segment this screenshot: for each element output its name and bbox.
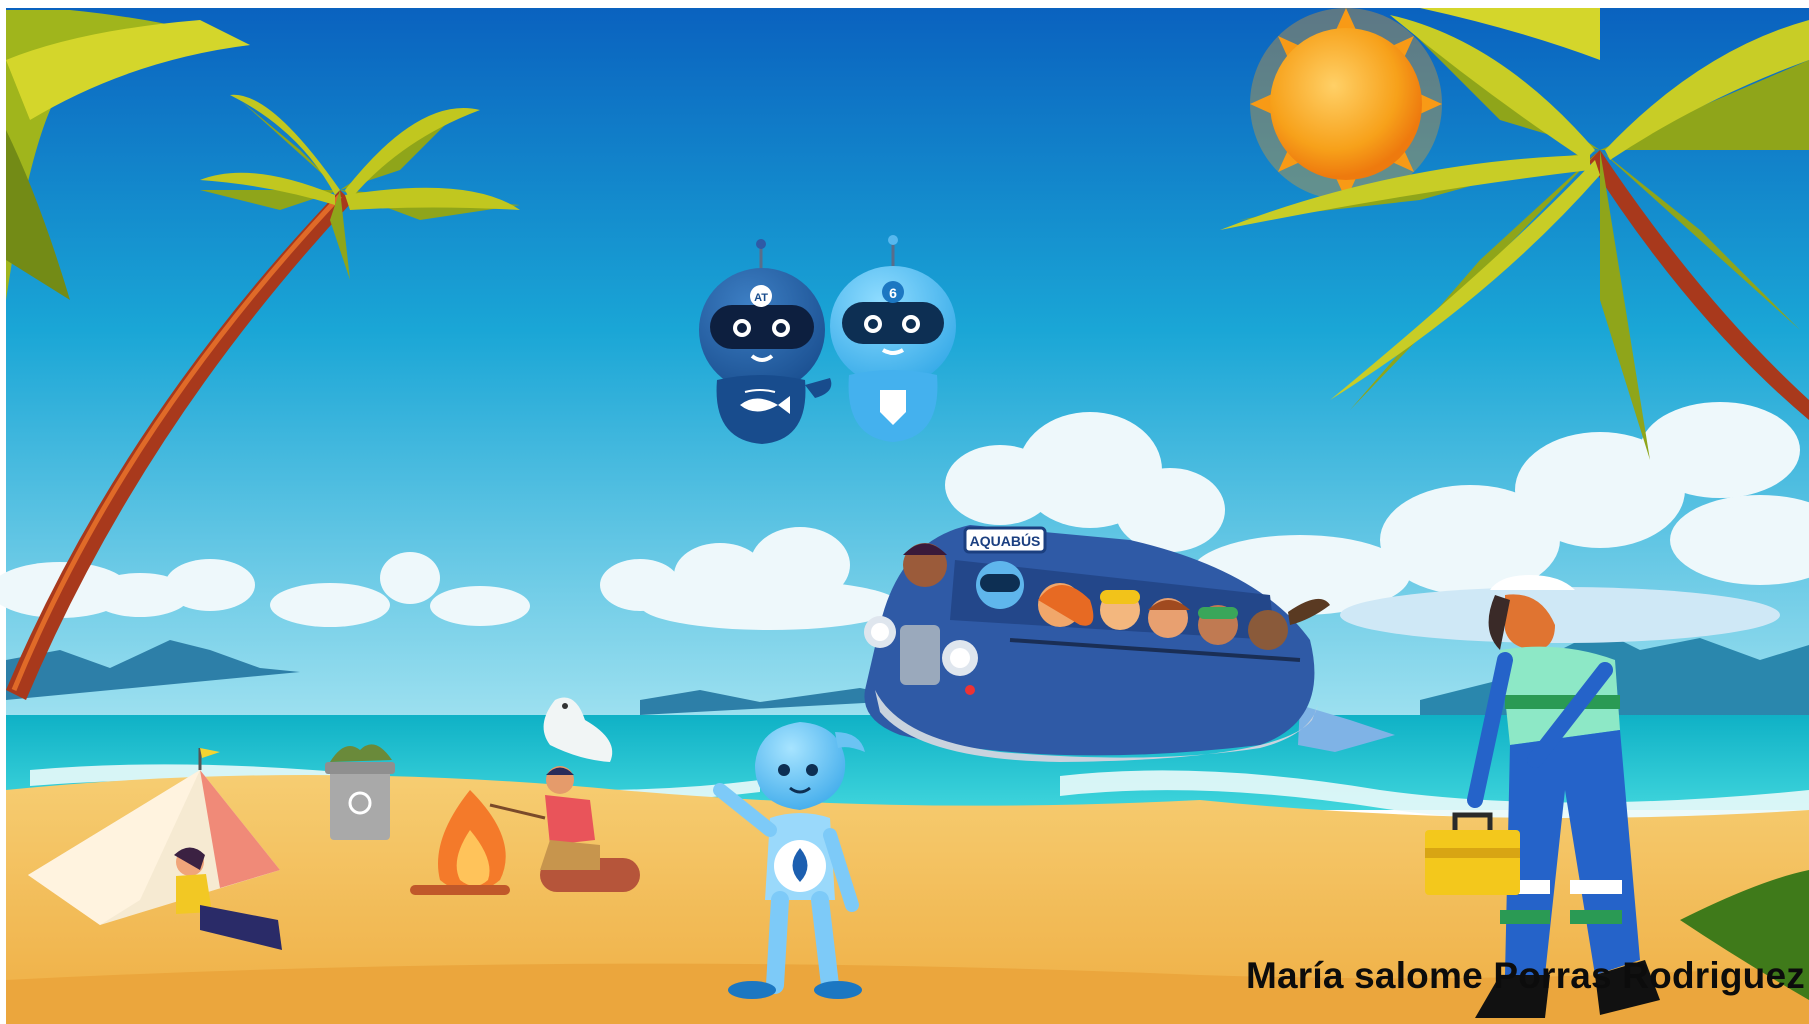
svg-text:AT: AT (754, 292, 768, 304)
author-caption: María salome Porras Rodriguez (1246, 955, 1805, 996)
beach-scene: AT 6 AQUABÚS (0, 0, 1809, 1024)
svg-text:6: 6 (889, 285, 897, 301)
trash-bin-icon (325, 744, 395, 840)
svg-text:AQUABÚS: AQUABÚS (970, 532, 1041, 549)
sun-icon (1250, 8, 1442, 200)
